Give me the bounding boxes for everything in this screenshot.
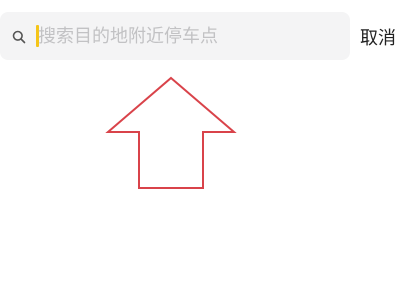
search-icon [12,29,26,44]
cancel-button[interactable]: 取消 [360,24,396,50]
search-bar[interactable] [0,12,350,60]
search-input[interactable] [38,21,338,51]
search-screen: 取消 [0,0,400,300]
